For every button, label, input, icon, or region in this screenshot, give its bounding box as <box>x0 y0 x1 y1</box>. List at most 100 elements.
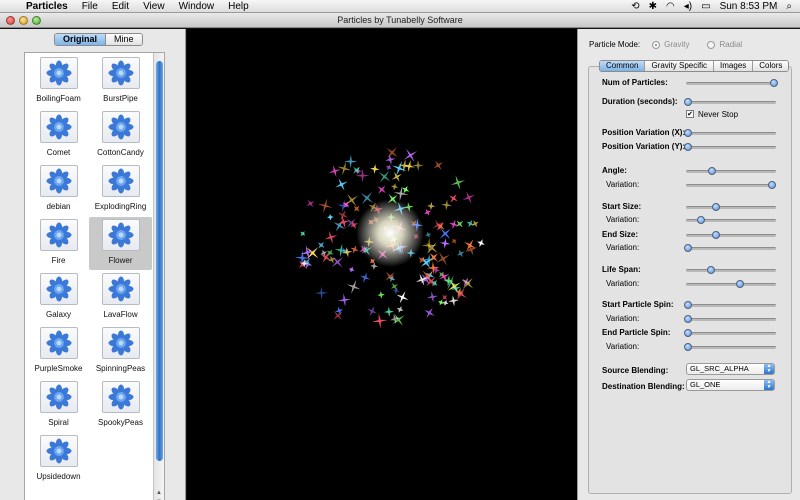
menu-file[interactable]: File <box>82 1 98 12</box>
preset-list-scrollbar[interactable]: ▲ ▼ <box>153 53 164 500</box>
flower-preset-icon <box>39 57 78 89</box>
end-size-variation-slider[interactable] <box>684 244 776 252</box>
flower-preset-icon <box>101 219 140 251</box>
preset-item[interactable]: Fire <box>27 217 90 270</box>
slider-knob[interactable] <box>708 167 717 175</box>
end-spin-variation-row: Variation: <box>589 341 793 353</box>
start-size-slider[interactable] <box>686 203 776 211</box>
position-variation-x-label: Position Variation (X): <box>602 128 686 137</box>
never-stop-checkbox[interactable]: ✔ <box>686 110 694 118</box>
life-span-slider[interactable] <box>686 266 776 274</box>
tab-gravity-specific[interactable]: Gravity Specific <box>645 61 715 71</box>
slider-knob[interactable] <box>684 315 692 323</box>
preset-item[interactable]: Upsidedown <box>27 433 90 486</box>
preset-item[interactable]: Galaxy <box>27 271 90 324</box>
radial-radio-label: Radial <box>719 40 743 49</box>
preset-item[interactable]: Spiral <box>27 379 90 432</box>
preset-item[interactable]: Comet <box>27 109 90 162</box>
slider-knob[interactable] <box>684 343 692 351</box>
start-spin-slider[interactable] <box>684 301 776 309</box>
particle-sparkle <box>367 306 378 317</box>
position-variation-y-slider[interactable] <box>684 143 776 151</box>
slider-knob[interactable] <box>770 79 778 87</box>
end-size-slider[interactable] <box>686 231 776 239</box>
angle-variation-slider[interactable] <box>686 181 777 189</box>
flower-preset-icon <box>39 111 78 143</box>
slider-knob[interactable] <box>684 98 692 106</box>
zoom-window-icon[interactable] <box>32 16 41 25</box>
slider-knob[interactable] <box>696 216 705 224</box>
position-variation-x-slider[interactable] <box>684 129 776 137</box>
slider-knob[interactable] <box>711 203 720 211</box>
life-span-variation-slider[interactable] <box>686 280 776 288</box>
menu-help[interactable]: Help <box>228 1 249 12</box>
segment-mine[interactable]: Mine <box>106 34 142 45</box>
num-particles-slider[interactable] <box>686 79 778 87</box>
end-spin-slider[interactable] <box>684 329 776 337</box>
preset-item[interactable]: PurpleSmoke <box>27 325 90 378</box>
segment-original[interactable]: Original <box>55 34 107 45</box>
particle-sparkle <box>391 171 402 182</box>
start-size-variation-slider[interactable] <box>686 216 776 224</box>
angle-slider[interactable] <box>686 167 776 175</box>
preset-item[interactable]: ExplodingRing <box>89 163 152 216</box>
preset-label: LavaFlow <box>103 310 138 319</box>
slider-knob[interactable] <box>711 231 720 239</box>
particle-sparkle <box>320 252 332 263</box>
preset-item[interactable]: Flower <box>89 217 152 270</box>
particle-preview-canvas[interactable] <box>187 29 577 500</box>
preset-item[interactable]: SpinningPeas <box>89 325 152 378</box>
particle-mode-row: Particle Mode: Gravity Radial <box>589 40 742 49</box>
preset-item[interactable]: BurstPipe <box>89 55 152 108</box>
menu-edit[interactable]: Edit <box>112 1 129 12</box>
menu-window[interactable]: Window <box>179 1 215 12</box>
flower-preset-icon <box>101 327 140 359</box>
slider-knob[interactable] <box>684 129 692 137</box>
scroll-up-arrow-icon[interactable]: ▲ <box>154 490 164 498</box>
spotlight-search-icon[interactable]: ⌕ <box>786 1 792 12</box>
preset-item[interactable]: LavaFlow <box>89 271 152 324</box>
particle-sparkle <box>433 160 443 170</box>
destination-blending-select[interactable]: GL_ONE ▲ ▼ <box>686 379 775 391</box>
tab-colors[interactable]: Colors <box>753 61 789 71</box>
source-blending-select[interactable]: GL_SRC_ALPHA ▲ ▼ <box>686 363 775 375</box>
slider-knob[interactable] <box>684 329 692 337</box>
time-machine-icon[interactable]: ⟲ <box>631 1 639 12</box>
menu-app-name[interactable]: Particles <box>26 1 68 12</box>
preset-item[interactable]: CottonCandy <box>89 109 152 162</box>
destination-blending-row: Destination Blending: GL_ONE ▲ ▼ <box>589 379 793 393</box>
preset-list[interactable]: ▲ ▼ BoilingFoam BurstPipe Comet CottonCandy… <box>24 52 165 500</box>
slider-knob[interactable] <box>735 280 744 288</box>
end-spin-variation-slider[interactable] <box>684 343 776 351</box>
radial-radio[interactable] <box>707 40 716 49</box>
volume-icon[interactable]: ◂) <box>684 1 692 12</box>
menu-view[interactable]: View <box>143 1 165 12</box>
wifi-icon[interactable]: ◠ <box>666 1 675 12</box>
slider-knob[interactable] <box>768 181 777 189</box>
tab-images[interactable]: Images <box>714 61 754 71</box>
slider-knob[interactable] <box>707 266 716 274</box>
duration-slider[interactable] <box>684 98 776 106</box>
preset-item[interactable]: SpookyPeas <box>89 379 152 432</box>
angle-label: Angle: <box>602 166 627 175</box>
start-spin-variation-slider[interactable] <box>684 315 776 323</box>
particle-sparkle <box>317 198 333 214</box>
life-span-variation-label: Variation: <box>606 279 640 288</box>
tab-common[interactable]: Common <box>600 61 646 71</box>
preset-item[interactable]: BoilingFoam <box>27 55 90 108</box>
preset-item[interactable]: debian <box>27 163 90 216</box>
scrollbar-thumb[interactable] <box>156 61 163 461</box>
end-spin-label: End Particle Spin: <box>602 328 671 337</box>
gravity-radio[interactable] <box>652 40 661 49</box>
slider-knob[interactable] <box>684 143 692 151</box>
menu-clock[interactable]: Sun 8:53 PM <box>720 1 778 12</box>
bluetooth-icon[interactable]: ✱ <box>649 1 657 12</box>
particle-sparkle <box>448 295 459 307</box>
slider-knob[interactable] <box>684 301 692 309</box>
close-window-icon[interactable] <box>6 16 15 25</box>
minimize-window-icon[interactable] <box>19 16 28 25</box>
particle-emitter-render <box>294 146 485 329</box>
slider-knob[interactable] <box>684 244 692 252</box>
particle-sparkle <box>386 164 392 171</box>
battery-icon[interactable]: ▭ <box>701 1 710 12</box>
